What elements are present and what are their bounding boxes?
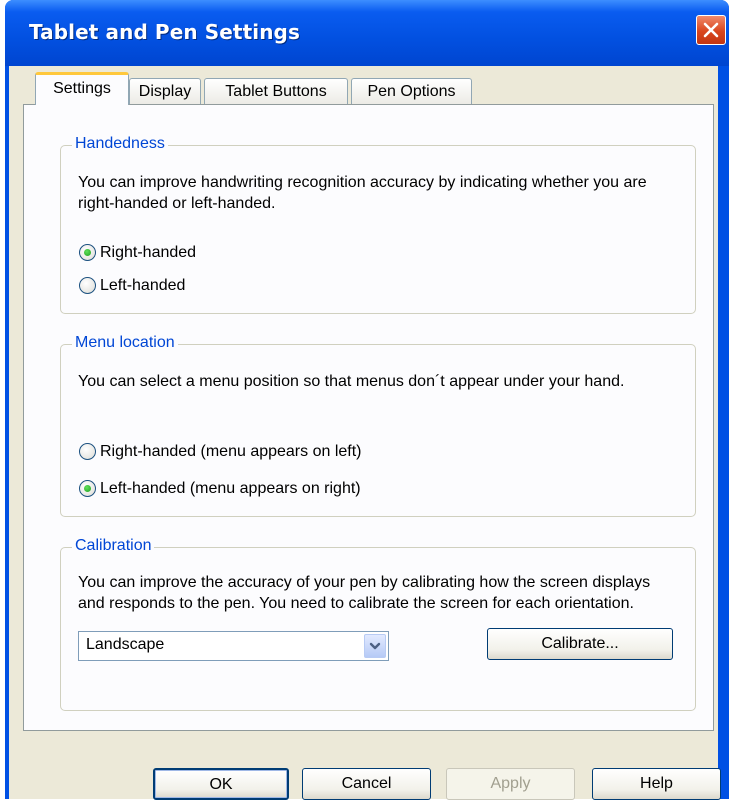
- radio-left-handed-label: Left-handed: [100, 277, 186, 294]
- radio-right-handed-label: Right-handed: [100, 244, 197, 261]
- close-button[interactable]: [696, 15, 726, 45]
- calibration-legend: Calibration: [72, 537, 155, 555]
- window-title: Tablet and Pen Settings: [29, 20, 300, 44]
- handedness-legend: Handedness: [72, 135, 168, 153]
- tab-pen-options[interactable]: Pen Options: [351, 78, 472, 104]
- tab-tablet-buttons-label: Tablet Buttons: [225, 83, 327, 100]
- calibrate-button-label: Calibrate...: [541, 635, 619, 652]
- radio-right-handed-indicator: [79, 244, 96, 261]
- radio-left-handed-indicator: [79, 277, 96, 294]
- ok-button-label: OK: [209, 776, 233, 793]
- handedness-description: You can improve handwriting recognition …: [78, 174, 647, 212]
- apply-button[interactable]: Apply: [446, 768, 575, 800]
- help-button-label: Help: [640, 775, 673, 792]
- tab-display-label: Display: [138, 83, 192, 100]
- apply-button-label: Apply: [490, 775, 531, 792]
- orientation-select-value: Landscape: [86, 636, 165, 653]
- cancel-button-label: Cancel: [341, 775, 392, 792]
- menu-location-description: You can select a menu position so that m…: [78, 373, 625, 390]
- radio-menu-left-handed-label: Left-handed (menu appears on right): [100, 480, 361, 497]
- help-button[interactable]: Help: [592, 768, 721, 800]
- dropdown-arrow-button[interactable]: [364, 634, 386, 658]
- radio-menu-right-handed-indicator: [79, 443, 96, 460]
- radio-menu-left-handed-indicator: [79, 480, 96, 497]
- calibrate-button[interactable]: Calibrate...: [487, 628, 673, 660]
- title-bar[interactable]: Tablet and Pen Settings: [5, 0, 729, 66]
- calibration-description: You can improve the accuracy of your pen…: [78, 574, 651, 612]
- ok-button[interactable]: OK: [153, 768, 289, 800]
- close-icon: [703, 22, 719, 38]
- tab-display[interactable]: Display: [129, 78, 201, 104]
- cancel-button[interactable]: Cancel: [302, 768, 431, 800]
- orientation-select[interactable]: Landscape: [78, 631, 389, 661]
- radio-menu-right-handed-label: Right-handed (menu appears on left): [100, 443, 362, 460]
- tab-settings-label: Settings: [53, 80, 111, 97]
- menu-location-legend: Menu location: [72, 334, 178, 352]
- tab-settings[interactable]: Settings: [35, 72, 129, 105]
- tab-tablet-buttons[interactable]: Tablet Buttons: [204, 78, 348, 104]
- tab-pen-options-label: Pen Options: [367, 83, 456, 100]
- chevron-down-icon: [369, 642, 381, 650]
